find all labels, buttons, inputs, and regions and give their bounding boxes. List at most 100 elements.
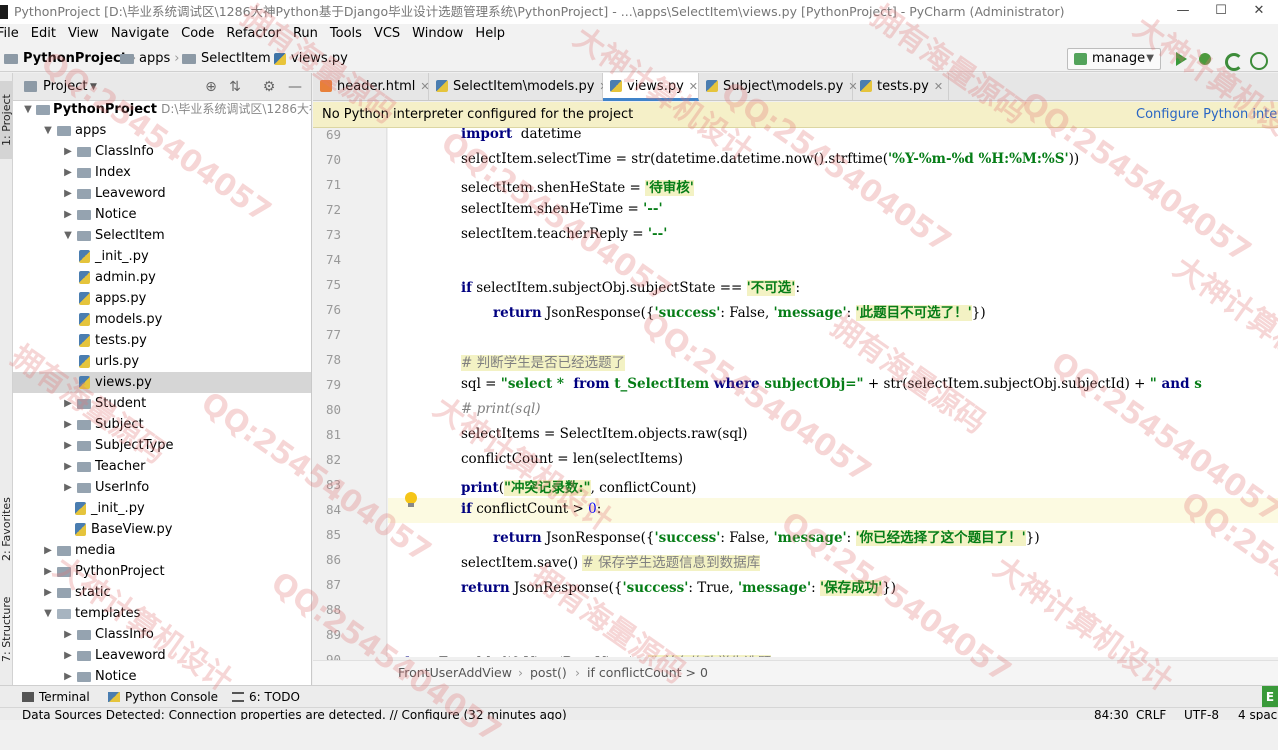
menu-view[interactable]: View [62,24,105,46]
close-icon[interactable]: ✕ [934,80,943,93]
nav-crumb-apps[interactable]: apps › [120,46,183,72]
nav-crumb-selectitem[interactable]: SelectItem› [182,46,284,72]
tree-item[interactable]: tests.py [13,330,311,351]
tree-item[interactable]: views.py [13,372,311,393]
chevron-right-icon[interactable]: ▶ [63,204,73,225]
tree-item[interactable]: _init_.py [13,246,311,267]
tab-subject-models[interactable]: Subject\models.py ✕ [699,73,858,100]
collapse-icon[interactable]: ⇅ [227,79,243,95]
tree-item[interactable]: urls.py [13,351,311,372]
todo-tool-button[interactable]: 6: TODO [232,686,300,708]
chevron-right-icon[interactable]: ▶ [63,645,73,666]
tree-item[interactable]: ▶ SubjectType [13,435,311,456]
chevron-right-icon[interactable]: ▶ [63,393,73,414]
chevron-right-icon[interactable]: ▶ [63,624,73,645]
chevron-right-icon[interactable]: ▶ [43,561,53,582]
tree-item[interactable]: BaseView.py [13,519,311,540]
nav-crumb-file[interactable]: views.py [274,46,348,72]
tree-item[interactable]: _init_.py [13,498,311,519]
run-configuration-select[interactable]: manage ▼ [1067,48,1161,70]
tree-item[interactable]: ▶ media [13,540,311,561]
menu-tools[interactable]: Tools [324,24,368,46]
status-message[interactable]: Data Sources Detected: Connection proper… [22,708,567,720]
menu-code[interactable]: Code [175,24,220,46]
locate-icon[interactable]: ⊕ [203,79,219,95]
chevron-right-icon[interactable]: ▶ [63,477,73,498]
tool-tab-favorites[interactable]: 2: Favorites [0,493,13,565]
run-icon[interactable] [1172,50,1190,68]
editor-gutter[interactable]: 69 70 71 72 73 74 75 76 77 78 79 80 81 82 83 84 85 86 87 88… [313,127,387,667]
menu-window[interactable]: Window [406,24,469,46]
tree-item[interactable]: ▶ Teacher [13,456,311,477]
close-icon[interactable]: ✕ [689,80,698,93]
tab-selectitem-models[interactable]: SelectItem\models.py✕ [429,73,609,100]
tree-item[interactable]: ▶ PythonProject [13,561,311,582]
breadcrumb-method[interactable]: post() [530,661,567,685]
tree-item[interactable]: admin.py [13,267,311,288]
tree-item[interactable]: ▶ Notice [13,204,311,225]
chevron-right-icon[interactable]: ▶ [63,141,73,162]
chevron-right-icon[interactable]: ▶ [43,540,53,561]
chevron-right-icon[interactable]: ▶ [63,666,73,685]
gear-icon[interactable]: ⚙ [261,79,277,95]
tree-item[interactable]: ▶ Subject [13,414,311,435]
tree-item[interactable]: ▶ static [13,582,311,603]
chevron-right-icon[interactable]: ▶ [63,414,73,435]
tree-item[interactable]: ▶ Leaveword [13,183,311,204]
tree-item[interactable]: ▶ Student [13,393,311,414]
tool-tab-structure[interactable]: 7: Structure [0,593,13,665]
tab-views-py[interactable]: views.py ✕ [603,73,699,101]
tool-tab-project[interactable]: 1: Project [0,81,13,159]
project-view-selector[interactable]: Project [43,73,87,101]
chevron-down-icon[interactable]: ▼ [43,603,53,624]
maximize-icon[interactable]: ☐ [1202,0,1240,24]
tab-header-html[interactable]: header.html ✕ [313,73,430,100]
tree-item[interactable]: ▶ Notice [13,666,311,685]
tree-item[interactable]: ▶ Index [13,162,311,183]
menu-file[interactable]: File [0,24,25,46]
chevron-down-icon[interactable]: ▼ [43,120,53,141]
chevron-down-icon[interactable]: ▼ [63,225,73,246]
breadcrumb-statement[interactable]: if conflictCount > 0 [587,661,708,685]
line-separator[interactable]: CRLF [1136,708,1166,720]
tree-item[interactable]: ▼ templates [13,603,311,624]
menu-run[interactable]: Run [287,24,324,46]
chevron-right-icon[interactable]: ▶ [63,183,73,204]
breadcrumb-class[interactable]: FrontUserAddView [398,661,512,685]
menu-vcs[interactable]: VCS [368,24,406,46]
tree-item[interactable]: ▶ UserInfo [13,477,311,498]
chevron-right-icon[interactable]: ▶ [63,162,73,183]
file-encoding[interactable]: UTF-8 [1184,708,1219,720]
tree-item[interactable]: ▶ Leaveword [13,645,311,666]
event-log-icon[interactable]: E [1262,686,1278,708]
tree-item[interactable]: models.py [13,309,311,330]
tree-root[interactable]: ▼ PythonProject D:\毕业系统调试区\1286大神P [13,99,311,120]
chevron-down-icon[interactable]: ▼ [90,73,97,101]
chevron-right-icon[interactable]: ▶ [63,456,73,477]
tree-item[interactable]: ▶ ClassInfo [13,624,311,645]
terminal-tool-button[interactable]: Terminal [22,686,90,708]
menu-help[interactable]: Help [469,24,511,46]
code-editor[interactable]: import datetime selectItem.selectTime = s… [388,128,1278,657]
chevron-right-icon[interactable]: ▶ [43,582,53,603]
chevron-right-icon[interactable]: ▶ [63,435,73,456]
minimize-icon[interactable]: — [1164,0,1202,24]
close-window-icon[interactable]: ✕ [1240,0,1278,24]
menu-refactor[interactable]: Refactor [220,24,287,46]
indent-setting[interactable]: 4 spac [1238,708,1277,720]
tab-tests-py[interactable]: tests.py ✕ [853,73,949,100]
tree-item[interactable]: ▼ SelectItem [13,225,311,246]
tree-item[interactable]: ▼ apps [13,120,311,141]
menu-navigate[interactable]: Navigate [105,24,175,46]
menu-edit[interactable]: Edit [25,24,62,46]
debug-icon[interactable] [1196,50,1214,68]
lightbulb-icon[interactable] [405,492,417,507]
tree-item[interactable]: ▶ ClassInfo [13,141,311,162]
hide-icon[interactable]: — [287,79,303,95]
profile-icon[interactable] [1248,50,1268,70]
configure-interpreter-link[interactable]: Configure Python interpr [1136,102,1278,128]
tree-item[interactable]: apps.py [13,288,311,309]
caret-position[interactable]: 84:30 [1094,708,1129,720]
coverage-icon[interactable] [1222,50,1243,71]
python-console-tool-button[interactable]: Python Console [108,686,218,708]
